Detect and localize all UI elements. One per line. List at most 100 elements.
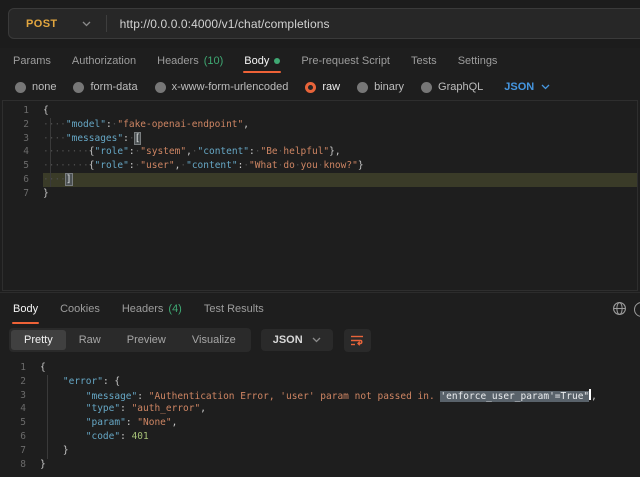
code-line[interactable]: 2····"model":·"fake-openai-endpoint", [3,118,637,132]
request-body-editor[interactable]: 1{2····"model":·"fake-openai-endpoint",3… [2,100,638,291]
line-number: 1 [3,104,43,118]
tab-label: Test Results [204,303,264,315]
view-chip-preview[interactable]: Preview [114,330,179,350]
code-line[interactable]: 6 "code": 401 [0,430,640,444]
tab-label: Headers [122,303,164,315]
code-text: "code": 401 [40,430,640,444]
code-line[interactable]: 5 "param": "None", [0,416,640,430]
code-line[interactable]: 7 } [0,444,640,458]
radio-icon[interactable] [155,82,166,93]
wrap-lines-icon [350,334,364,347]
code-line[interactable]: 3····"messages":·[ [3,132,637,146]
radio-icon[interactable] [357,82,368,93]
line-number: 5 [0,416,40,430]
code-text: ····"model":·"fake-openai-endpoint", [43,118,637,132]
tab-label: Authorization [72,55,136,67]
code-text: ····"messages":·[ [43,132,637,146]
line-number: 6 [3,173,43,187]
code-line[interactable]: 2 "error": { [0,375,640,389]
code-text: ····] [43,173,637,187]
code-line[interactable]: 1{ [0,361,640,375]
line-number: 7 [0,444,40,458]
code-line[interactable]: 1{ [3,104,637,118]
body-mode-graphql[interactable]: GraphQL [421,81,483,93]
body-language-dropdown[interactable]: JSON [504,81,550,93]
method-selector[interactable]: POST [9,18,58,30]
radio-icon[interactable] [73,82,84,93]
code-text: "param": "None", [40,416,640,430]
tab-label: Pre-request Script [301,55,390,67]
tab-body[interactable]: Body [244,48,280,73]
method-chevron-down-icon[interactable] [82,21,91,27]
code-line[interactable]: 4········{"role":·"system",·"content":·"… [3,145,637,159]
wrap-lines-button[interactable] [344,329,371,352]
line-number: 3 [3,132,43,146]
code-text: } [40,444,640,458]
request-tabs: Params Authorization Headers (10) Body Pre-re… [0,48,640,73]
code-line[interactable]: 5········{"role":·"user",·"content":·"Wh… [3,159,637,173]
line-number: 4 [3,145,43,159]
code-text: "message": "Authentication Error, 'user'… [40,389,640,403]
tab-headers[interactable]: Headers (4) [122,293,182,324]
code-text: { [43,104,637,118]
response-language-dropdown[interactable]: JSON [261,329,333,351]
line-number: 7 [3,187,43,201]
line-number: 5 [3,159,43,173]
tab-test-results[interactable]: Test Results [204,293,264,324]
body-mode-x-www-form-urlencoded[interactable]: x-www-form-urlencoded [155,81,289,93]
tab-body[interactable]: Body [13,293,38,324]
view-chip-pretty[interactable]: Pretty [11,330,66,350]
tab-settings[interactable]: Settings [458,48,498,73]
body-mode-raw[interactable]: raw [305,81,340,93]
response-toolbar: PrettyRawPreviewVisualize JSON [9,325,640,355]
body-mode-label: binary [374,81,404,93]
tab-tests[interactable]: Tests [411,48,437,73]
tab-count-badge: (10) [204,55,224,67]
url-input-container[interactable]: POST http://0.0.0.0:4000/v1/chat/complet… [8,8,640,39]
response-body-editor[interactable]: 1{2 "error": {3 "message": "Authenticati… [0,357,640,477]
code-line[interactable]: 6····] [3,173,637,187]
line-number: 8 [0,458,40,472]
tab-pre-request-script[interactable]: Pre-request Script [301,48,390,73]
body-mode-form-data[interactable]: form-data [73,81,137,93]
chevron-down-icon [541,84,550,90]
clipped-icon[interactable] [634,302,640,317]
line-number: 2 [3,118,43,132]
line-number: 4 [0,402,40,416]
url-input[interactable]: http://0.0.0.0:4000/v1/chat/completions [120,17,330,31]
code-text: { [40,361,640,375]
tab-label: Settings [458,55,498,67]
code-line[interactable]: 7} [3,187,637,201]
radio-selected-icon[interactable] [305,82,316,93]
body-language-label: JSON [504,81,534,93]
body-mode-options: none form-data x-www-form-urlencoded raw bin… [15,81,483,93]
divider [106,15,107,32]
body-mode-none[interactable]: none [15,81,56,93]
tab-params[interactable]: Params [13,48,51,73]
tab-count-badge: (4) [168,303,181,315]
response-view-switcher: PrettyRawPreviewVisualize [9,328,251,352]
code-line[interactable]: 8} [0,458,640,472]
radio-icon[interactable] [421,82,432,93]
tab-authorization[interactable]: Authorization [72,48,136,73]
view-chip-raw[interactable]: Raw [66,330,114,350]
tab-label: Cookies [60,303,100,315]
body-mode-binary[interactable]: binary [357,81,404,93]
unsaved-dot-icon [274,58,280,64]
radio-icon[interactable] [15,82,26,93]
tab-cookies[interactable]: Cookies [60,293,100,324]
view-chip-visualize[interactable]: Visualize [179,330,249,350]
active-tab-underline [12,322,39,324]
line-number: 6 [0,430,40,444]
tab-label: Tests [411,55,437,67]
line-number: 2 [0,375,40,389]
tab-label: Headers [157,55,199,67]
code-text: ········{"role":·"user",·"content":·"Wha… [43,159,637,173]
code-line[interactable]: 4 "type": "auth_error", [0,402,640,416]
code-text: } [40,458,640,472]
globe-icon[interactable] [612,301,627,319]
response-language-label: JSON [273,334,303,346]
tab-headers[interactable]: Headers (10) [157,48,223,73]
code-line[interactable]: 3 "message": "Authentication Error, 'use… [0,389,640,403]
request-url-bar: POST http://0.0.0.0:4000/v1/chat/complet… [0,0,640,48]
